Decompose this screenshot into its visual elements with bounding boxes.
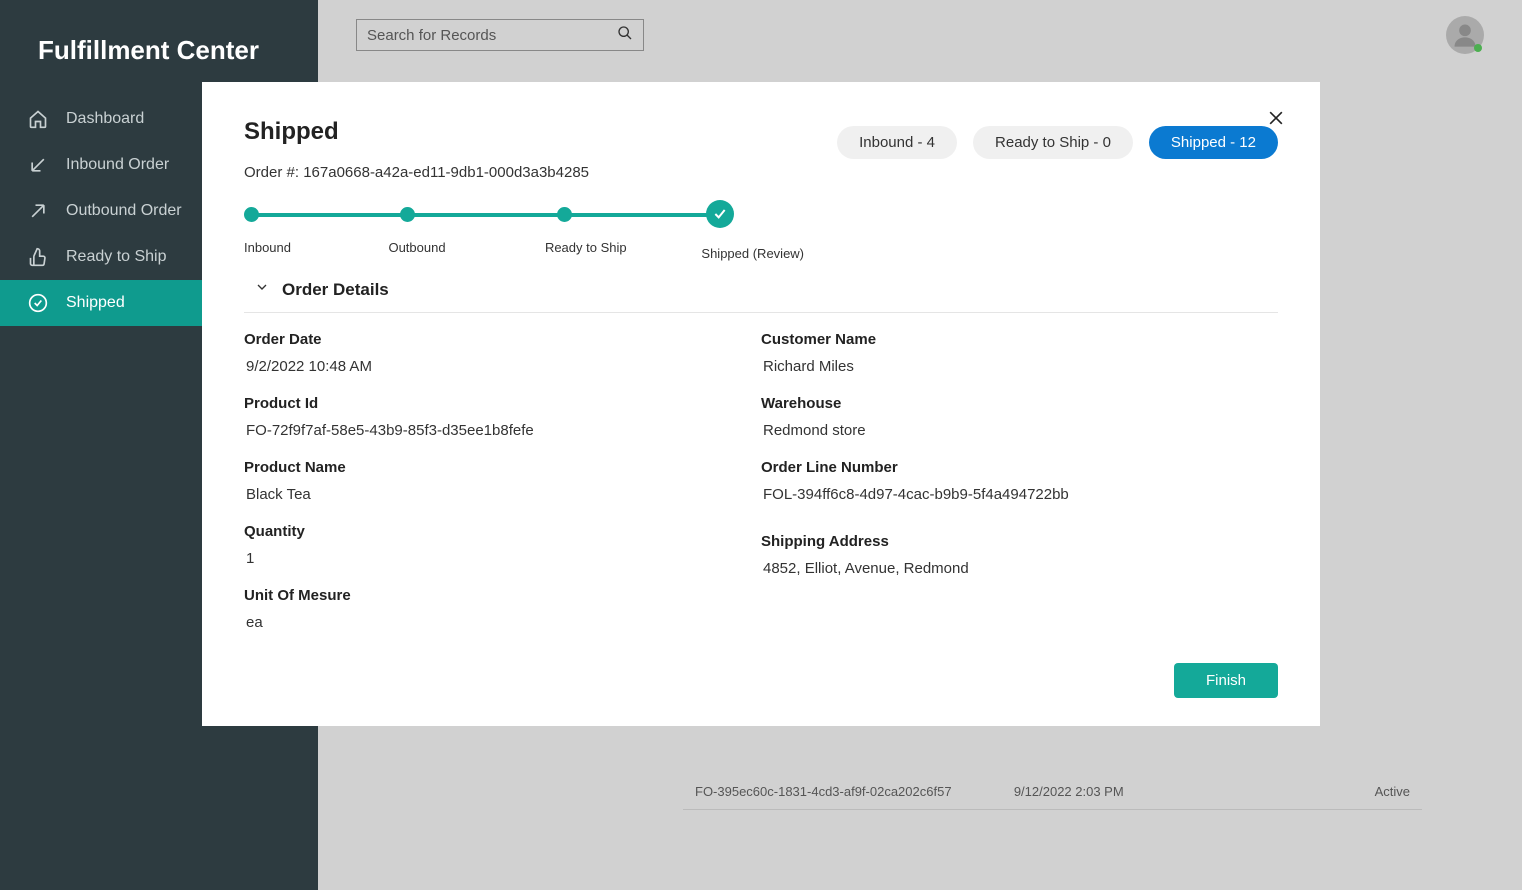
step-shipped: Shipped (Review) (713, 207, 804, 261)
step-outbound: Outbound (400, 207, 556, 261)
field-label: Unit Of Mesure (244, 587, 761, 604)
field-label: Customer Name (761, 331, 1278, 348)
field-value: FO-72f9f7af-58e5-43b9-85f3-d35ee1b8fefe (244, 422, 761, 439)
modal-title: Shipped (244, 118, 589, 146)
details-left: Order Date 9/2/2022 10:48 AM Product Id FO… (244, 331, 761, 651)
field-value: Redmond store (761, 422, 1278, 439)
field-label: Product Id (244, 395, 761, 412)
field-value: 4852, Elliot, Avenue, Redmond (761, 560, 1278, 577)
details-right: Customer Name Richard Miles Warehouse Redm… (761, 331, 1278, 651)
field-value: Richard Miles (761, 358, 1278, 375)
step-dot-icon (244, 207, 259, 222)
field-label: Order Line Number (761, 459, 1278, 476)
status-pills: Inbound - 4 Ready to Ship - 0 Shipped - … (837, 126, 1278, 159)
field-value: ea (244, 614, 761, 631)
pill-shipped[interactable]: Shipped - 12 (1149, 126, 1278, 159)
order-number: Order #: 167a0668-a42a-ed11-9db1-000d3a3… (244, 164, 589, 181)
close-icon (1266, 108, 1286, 128)
close-button[interactable] (1266, 108, 1286, 133)
order-details-toggle[interactable]: Order Details (244, 279, 1278, 313)
step-dot-icon (557, 207, 572, 222)
field-label: Order Date (244, 331, 761, 348)
field-value: FOL-394ff6c8-4d97-4cac-b9b9-5f4a494722bb (761, 486, 1278, 503)
pill-inbound[interactable]: Inbound - 4 (837, 126, 957, 159)
step-ready-to-ship: Ready to Ship (557, 207, 713, 261)
field-label: Warehouse (761, 395, 1278, 412)
details-grid: Order Date 9/2/2022 10:48 AM Product Id FO… (244, 331, 1278, 651)
shipped-modal: Shipped Order #: 167a0668-a42a-ed11-9db1… (202, 82, 1320, 726)
pill-ready-to-ship[interactable]: Ready to Ship - 0 (973, 126, 1133, 159)
step-check-icon (706, 200, 734, 228)
step-dot-icon (400, 207, 415, 222)
field-value: Black Tea (244, 486, 761, 503)
field-label: Shipping Address (761, 533, 1278, 550)
field-value: 9/2/2022 10:48 AM (244, 358, 761, 375)
step-inbound: Inbound (244, 207, 400, 261)
field-value: 1 (244, 550, 761, 567)
modal-overlay: Shipped Order #: 167a0668-a42a-ed11-9db1… (0, 0, 1522, 890)
field-label: Product Name (244, 459, 761, 476)
section-title: Order Details (282, 280, 389, 300)
stepper: Inbound Outbound Ready to Ship Shipped (… (244, 207, 804, 261)
finish-button[interactable]: Finish (1174, 663, 1278, 698)
field-label: Quantity (244, 523, 761, 540)
chevron-down-icon (254, 279, 270, 300)
